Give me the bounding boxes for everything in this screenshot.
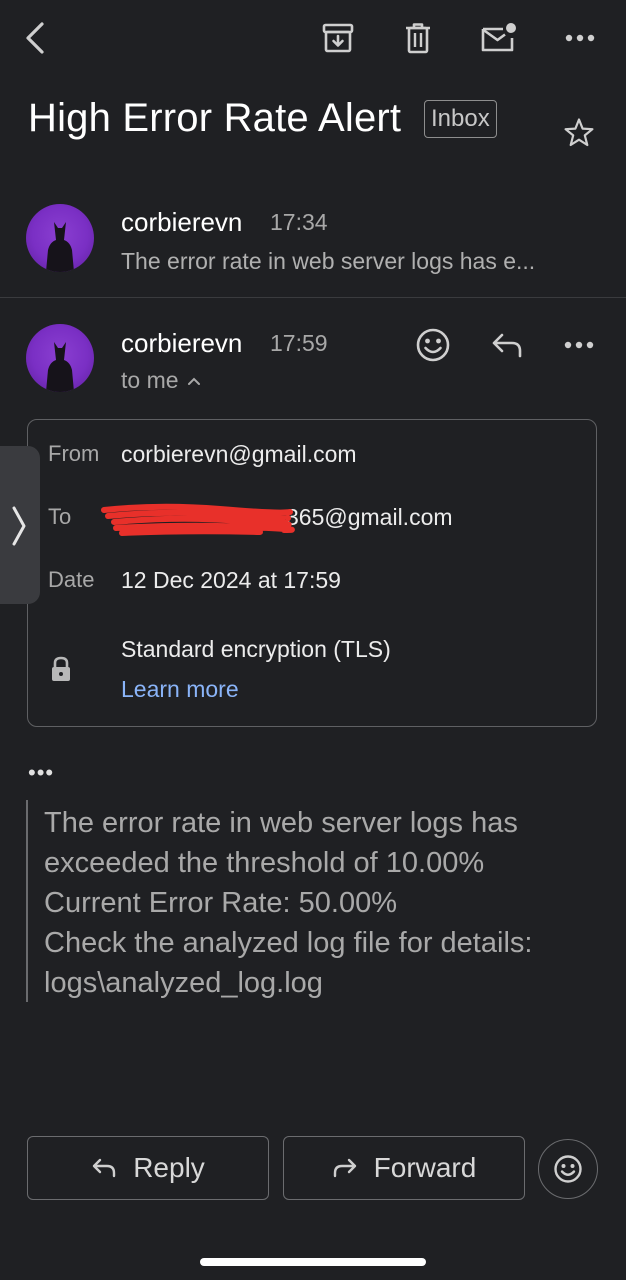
body-line: Check the analyzed log file for details:	[44, 927, 533, 959]
more-horizontal-icon	[564, 341, 594, 349]
chevron-left-icon	[22, 20, 50, 56]
reply-icon	[490, 331, 524, 359]
message-time: 17:34	[270, 209, 328, 235]
chevron-up-icon	[187, 376, 201, 386]
trash-icon	[402, 21, 434, 55]
reply-icon-button[interactable]	[484, 322, 530, 368]
emoji-icon	[415, 327, 451, 363]
body-line: Current Error Rate: 50.00%	[44, 887, 397, 919]
redaction-scribble	[100, 500, 296, 540]
body-line: logs\analyzed_log.log	[44, 967, 323, 999]
archive-button[interactable]	[314, 14, 362, 62]
divider	[0, 297, 626, 298]
to-address[interactable]: 365@gmail.com	[286, 504, 453, 531]
sender-name: corbierevn	[121, 207, 243, 237]
side-panel-handle[interactable]	[0, 446, 40, 604]
chevron-right-icon	[10, 504, 28, 548]
learn-more-link[interactable]: Learn more	[121, 676, 239, 703]
email-view: High Error Rate Alert Inbox corbierevn 1…	[0, 0, 626, 1280]
emoji-reaction-button[interactable]	[538, 1139, 598, 1199]
more-options-button[interactable]	[556, 14, 604, 62]
quote-bar	[26, 800, 28, 1002]
message-time: 17:59	[270, 330, 328, 356]
show-trimmed-content-button[interactable]: •••	[28, 760, 54, 786]
message-more-button[interactable]	[556, 322, 602, 368]
mark-unread-button[interactable]	[474, 14, 522, 62]
lock-icon	[50, 655, 72, 683]
forward-icon	[332, 1157, 358, 1179]
body-line: The error rate in web server logs has	[44, 807, 518, 839]
sender-name: corbierevn	[121, 328, 243, 358]
mail-unread-icon	[479, 21, 517, 55]
avatar	[26, 204, 94, 272]
back-button[interactable]	[12, 14, 60, 62]
message-snippet: The error rate in web server logs has e.…	[121, 248, 536, 274]
delete-button[interactable]	[394, 14, 442, 62]
reply-button[interactable]: Reply	[27, 1136, 269, 1200]
add-reaction-button[interactable]	[410, 322, 456, 368]
date-value: 12 Dec 2024 at 17:59	[121, 567, 341, 593]
date-label: Date	[48, 567, 95, 592]
home-indicator[interactable]	[200, 1258, 426, 1266]
from-address[interactable]: corbierevn@gmail.com	[121, 441, 357, 468]
star-button[interactable]	[556, 110, 602, 156]
recipient-summary-toggle[interactable]: to me	[121, 367, 201, 394]
reply-label: Reply	[133, 1152, 205, 1183]
body-line: exceeded the threshold of 10.00%	[44, 847, 485, 879]
forward-label: Forward	[373, 1152, 477, 1183]
encryption-status: Standard encryption (TLS)	[121, 636, 391, 662]
avatar	[26, 324, 94, 392]
inbox-label-chip[interactable]: Inbox	[424, 100, 497, 138]
emoji-icon	[553, 1154, 583, 1184]
archive-icon	[321, 21, 355, 55]
to-label: To	[48, 504, 72, 529]
forward-button[interactable]: Forward	[283, 1136, 525, 1200]
more-horizontal-icon	[565, 34, 595, 42]
email-subject: High Error Rate Alert	[28, 96, 402, 140]
reply-icon	[91, 1157, 117, 1179]
from-label: From	[48, 441, 100, 466]
star-icon	[562, 116, 596, 150]
recipient-summary: to me	[121, 367, 179, 393]
